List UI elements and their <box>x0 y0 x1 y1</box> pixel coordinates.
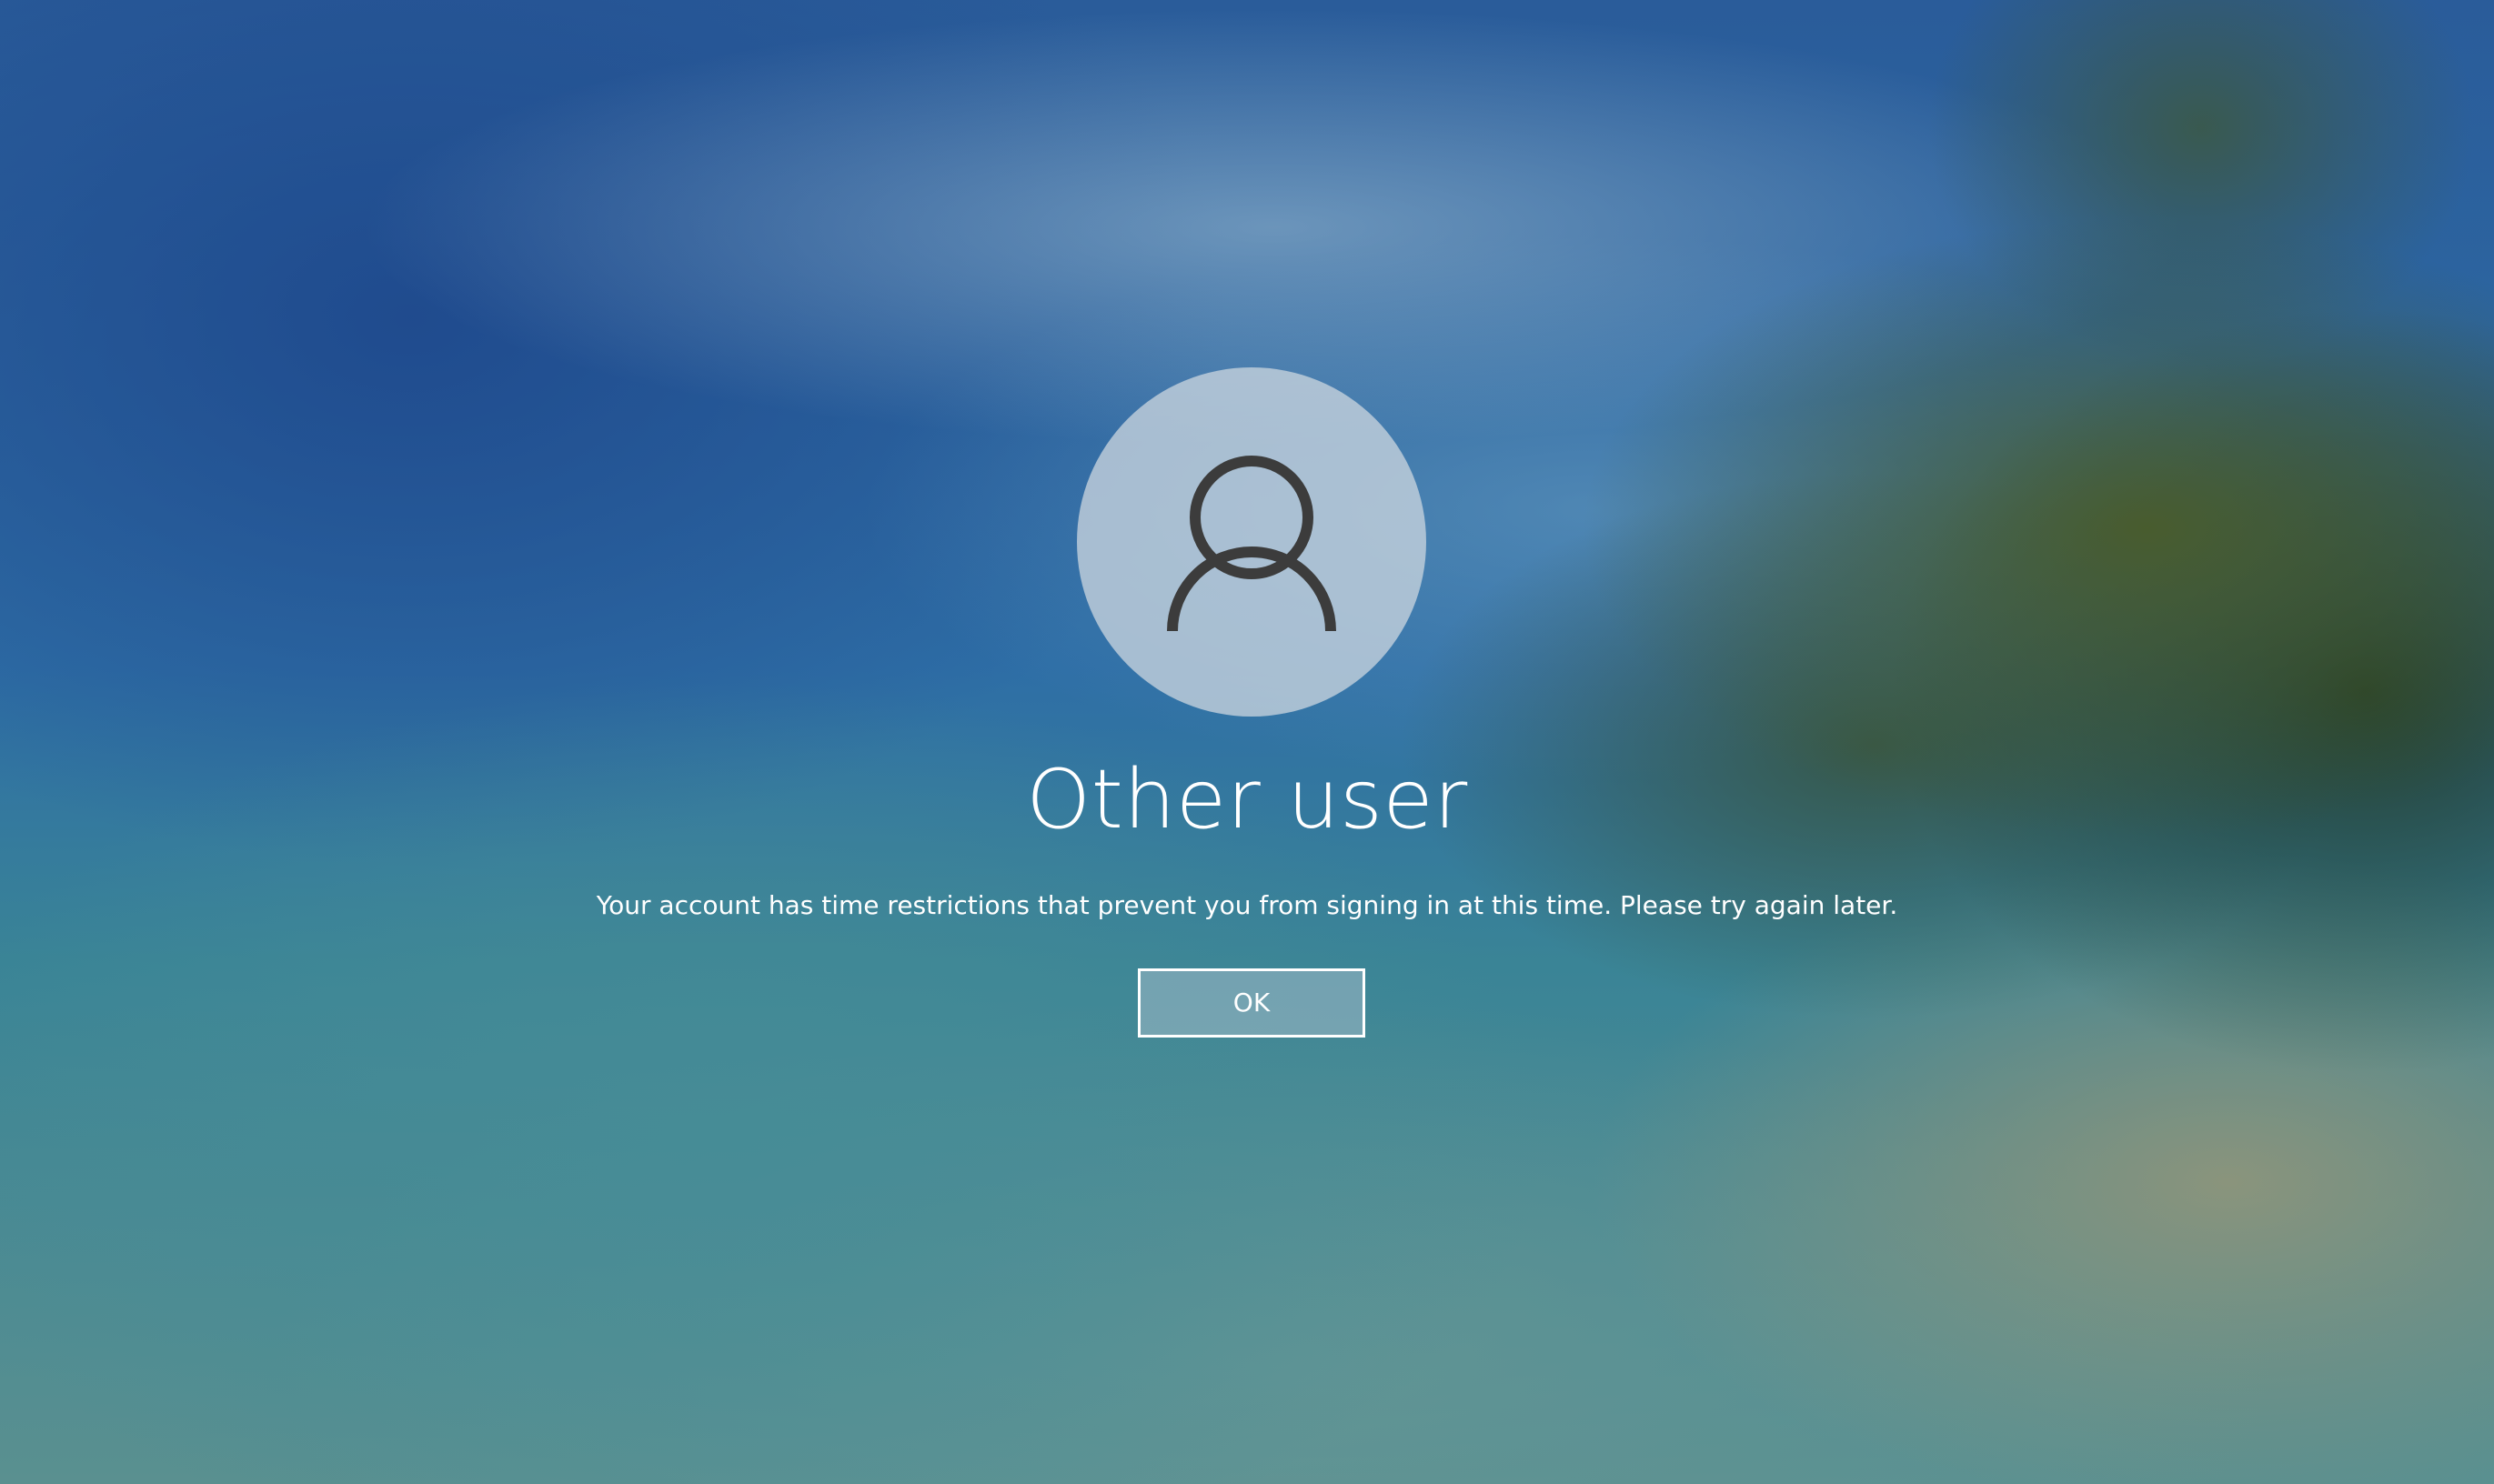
error-message: Your account has time restrictions that … <box>596 890 1898 920</box>
sign-in-panel: Other user Your account has time restric… <box>0 0 2494 1484</box>
user-avatar <box>1077 367 1426 717</box>
ok-button[interactable]: OK <box>1138 968 1365 1038</box>
user-avatar-icon <box>1167 456 1336 632</box>
user-name: Other user <box>1026 752 1468 847</box>
